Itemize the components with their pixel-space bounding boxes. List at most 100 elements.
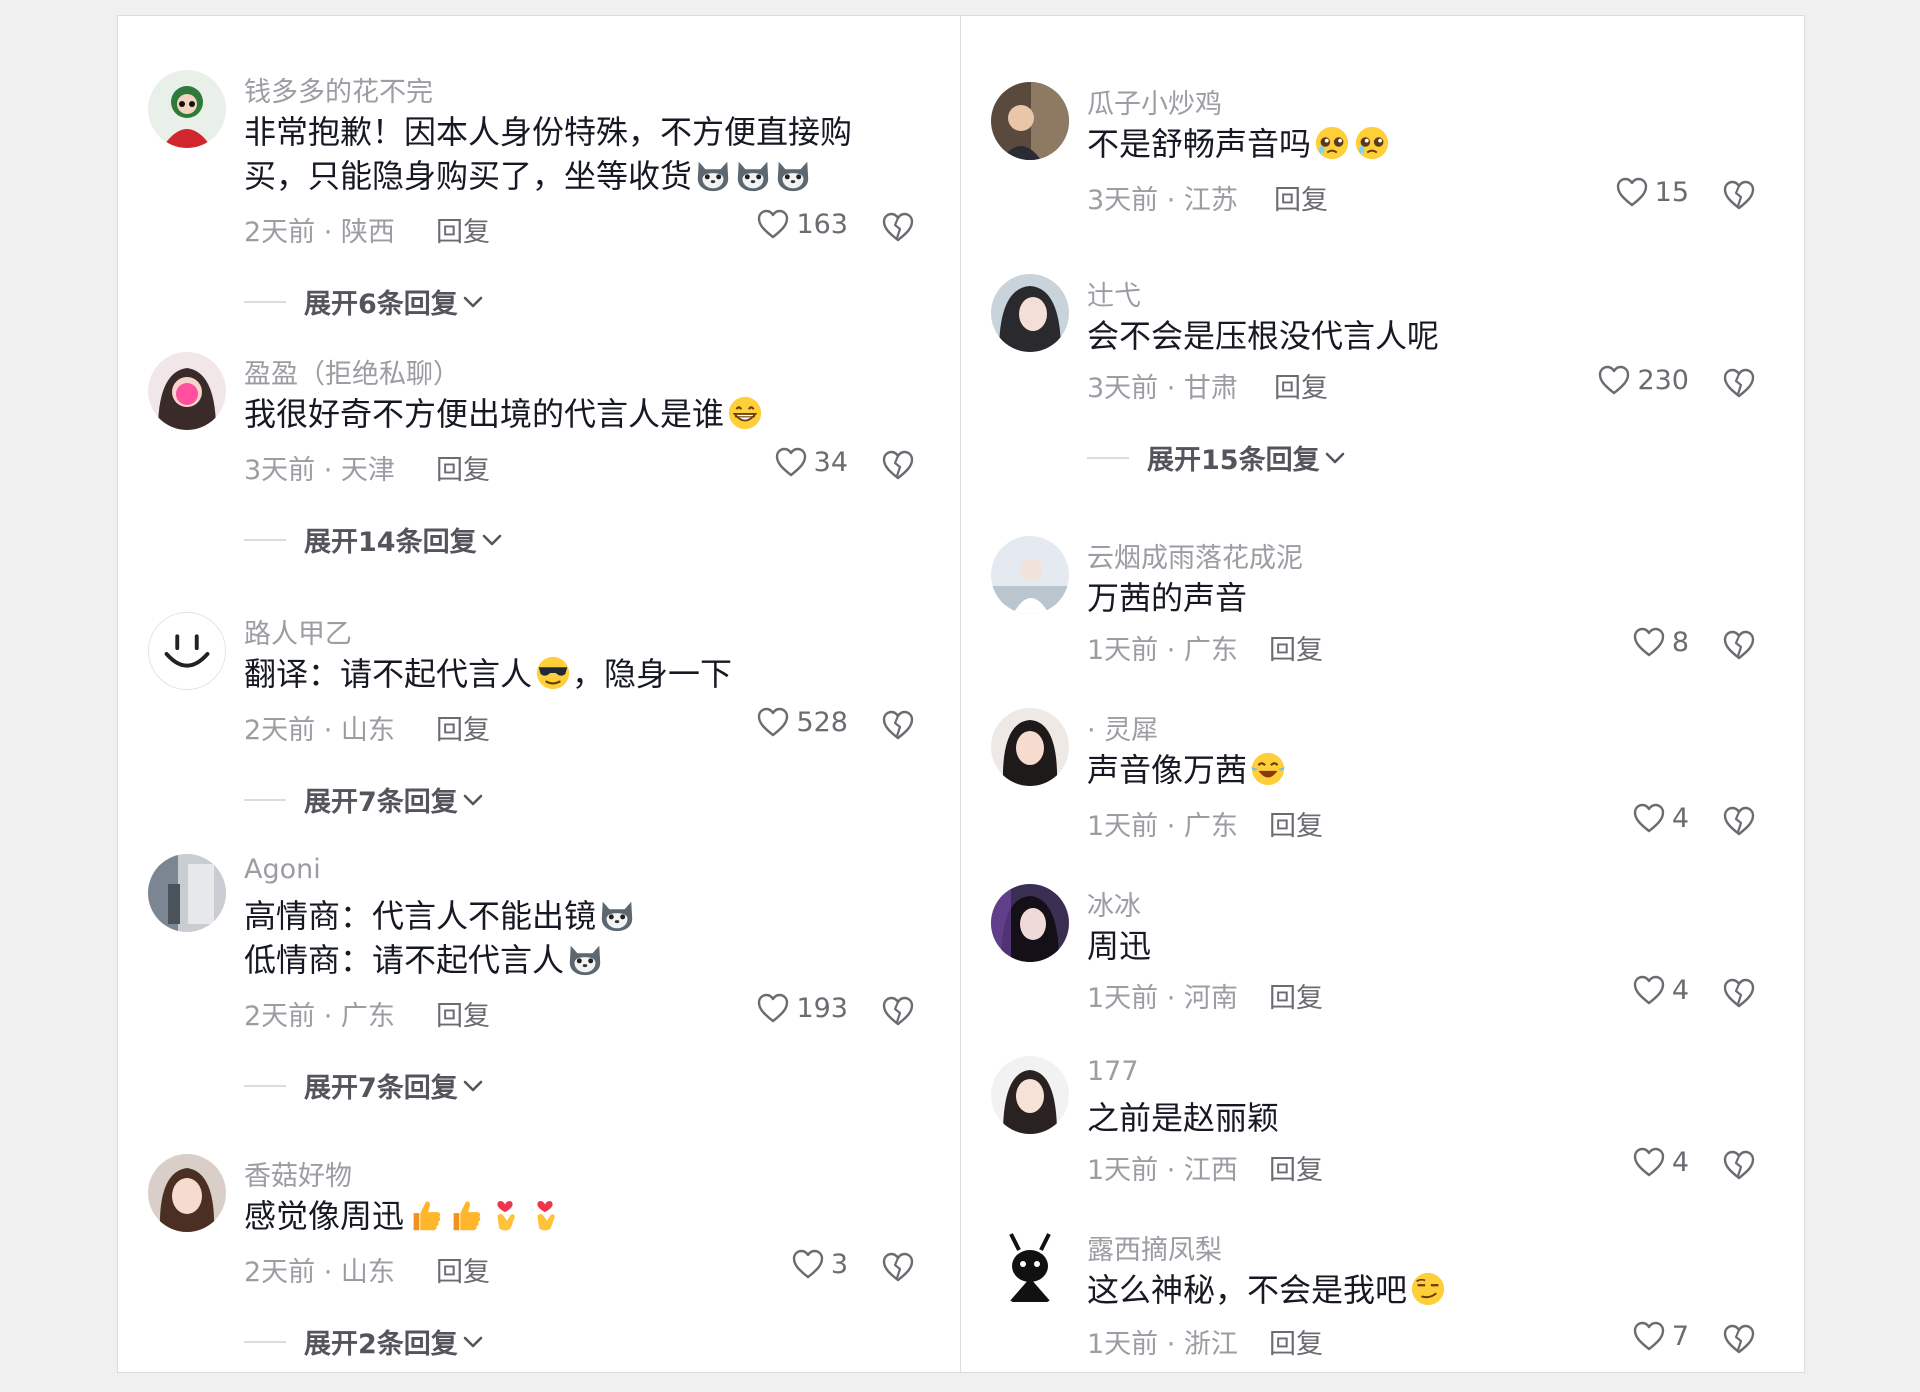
comment-text: 翻译：请不起代言人 ，隐身一下 [244, 655, 733, 693]
expand-replies-button[interactable]: 展开15条回复 [1087, 438, 1346, 477]
username[interactable]: 瓜子小炒鸡 [1087, 82, 1222, 121]
username[interactable]: 冰冰 [1087, 884, 1141, 923]
avatar[interactable] [991, 1228, 1069, 1306]
finger-heart-icon [526, 1196, 564, 1234]
dislike-button[interactable] [1722, 804, 1756, 838]
expand-replies-button[interactable]: 展开7条回复 [244, 1066, 484, 1105]
dislike-button[interactable] [881, 448, 915, 482]
username[interactable]: 香菇好物 [244, 1154, 352, 1193]
dislike-button[interactable] [881, 994, 915, 1028]
dislike-button[interactable] [881, 210, 915, 244]
like-button[interactable]: 8 [1581, 626, 1689, 658]
expand-replies-button[interactable]: 展开7条回复 [244, 780, 484, 819]
dislike-button[interactable] [881, 1250, 915, 1284]
cat-face-icon [694, 156, 732, 194]
like-button[interactable]: 7 [1581, 1320, 1689, 1352]
dislike-button[interactable] [1722, 1148, 1756, 1182]
like-button[interactable]: 34 [738, 446, 848, 478]
heart-icon [1615, 176, 1649, 208]
finger-heart-icon [486, 1196, 524, 1234]
dislike-button[interactable] [1722, 1322, 1756, 1356]
chevron-down-icon [462, 793, 484, 807]
avatar[interactable] [991, 536, 1069, 614]
comment-time-location: 2天前 · 山东 [244, 715, 395, 746]
avatar[interactable] [991, 708, 1069, 786]
reply-button[interactable]: 回复 [436, 448, 490, 487]
reply-button[interactable]: 回复 [1274, 366, 1328, 405]
cat-face-icon [598, 896, 636, 934]
comment-text: 之前是赵丽颖 [1087, 1099, 1280, 1137]
grinning-face-icon [726, 394, 764, 432]
broken-heart-icon [1722, 976, 1756, 1010]
reply-button[interactable]: 回复 [1269, 1148, 1323, 1187]
dislike-button[interactable] [1722, 628, 1756, 662]
like-button[interactable]: 3 [738, 1248, 848, 1280]
comment-text: 不是舒畅声音吗 [1087, 122, 1727, 166]
comment-panel: 钱多多的花不完 非常抱歉！因本人身份特殊，不方便直接购 买，只能隐身购买了，坐等… [117, 15, 1805, 1373]
username[interactable]: · 灵犀 [1087, 708, 1158, 747]
comment-text: 万茜的声音 [1087, 579, 1248, 617]
like-button[interactable]: 230 [1541, 364, 1689, 396]
broken-heart-icon [881, 994, 915, 1028]
username[interactable]: 177 [1087, 1056, 1139, 1087]
broken-heart-icon [1722, 1148, 1756, 1182]
reply-button[interactable]: 回复 [436, 1250, 490, 1289]
username[interactable]: 钱多多的花不完 [244, 70, 433, 109]
expand-replies-button[interactable]: 展开2条回复 [244, 1322, 484, 1361]
reply-button[interactable]: 回复 [436, 708, 490, 747]
avatar[interactable] [991, 274, 1069, 352]
thumbs-up-icon [406, 1196, 444, 1234]
pleading-face-icon [1313, 124, 1351, 162]
expand-replies-button[interactable]: 展开6条回复 [244, 282, 484, 321]
like-button[interactable]: 528 [718, 706, 848, 738]
dislike-button[interactable] [1722, 178, 1756, 212]
dislike-button[interactable] [881, 708, 915, 742]
avatar[interactable] [991, 82, 1069, 160]
avatar[interactable] [148, 70, 226, 148]
heart-icon [1632, 1320, 1666, 1352]
avatar[interactable] [991, 884, 1069, 962]
broken-heart-icon [1722, 804, 1756, 838]
like-count: 3 [830, 1248, 848, 1280]
username[interactable]: 云烟成雨落花成泥 [1087, 536, 1303, 575]
broken-heart-icon [1722, 628, 1756, 662]
username[interactable]: 辻弋 [1087, 274, 1141, 313]
avatar[interactable] [991, 1056, 1069, 1134]
reply-button[interactable]: 回复 [1269, 804, 1323, 843]
heart-icon [1597, 364, 1631, 396]
like-count: 193 [796, 992, 848, 1024]
like-count: 15 [1654, 176, 1689, 208]
avatar[interactable] [148, 352, 226, 430]
dislike-button[interactable] [1722, 976, 1756, 1010]
avatar[interactable] [148, 854, 226, 932]
reply-button[interactable]: 回复 [436, 210, 490, 249]
username[interactable]: 露西摘凤梨 [1087, 1228, 1222, 1267]
cat-face-icon [774, 156, 812, 194]
avatar[interactable] [148, 1154, 226, 1232]
chevron-down-icon [462, 1079, 484, 1093]
comment-text: 周迅 [1087, 927, 1152, 965]
like-button[interactable]: 193 [738, 992, 848, 1024]
like-button[interactable]: 4 [1581, 802, 1689, 834]
comment-time-location: 1天前 · 广东 [1087, 811, 1238, 842]
reply-button[interactable]: 回复 [1269, 1322, 1323, 1361]
username[interactable]: 盈盈（拒绝私聊） [244, 352, 460, 391]
heart-icon [756, 706, 790, 738]
reply-button[interactable]: 回复 [1274, 178, 1328, 217]
dislike-button[interactable] [1722, 366, 1756, 400]
like-button[interactable]: 4 [1581, 974, 1689, 1006]
expand-replies-button[interactable]: 展开14条回复 [244, 520, 503, 559]
like-count: 4 [1671, 802, 1689, 834]
avatar[interactable] [148, 612, 226, 690]
username[interactable]: Agoni [244, 854, 321, 885]
like-button[interactable]: 4 [1581, 1146, 1689, 1178]
like-button[interactable]: 163 [738, 208, 848, 240]
reply-button[interactable]: 回复 [1269, 976, 1323, 1015]
pleading-face-icon [1353, 124, 1391, 162]
reply-button[interactable]: 回复 [1269, 628, 1323, 667]
reply-button[interactable]: 回复 [436, 994, 490, 1033]
username[interactable]: 路人甲乙 [244, 612, 352, 651]
like-button[interactable]: 15 [1561, 176, 1689, 208]
heart-icon [791, 1248, 825, 1280]
comment-text: 我很好奇不方便出境的代言人是谁 [244, 392, 884, 436]
